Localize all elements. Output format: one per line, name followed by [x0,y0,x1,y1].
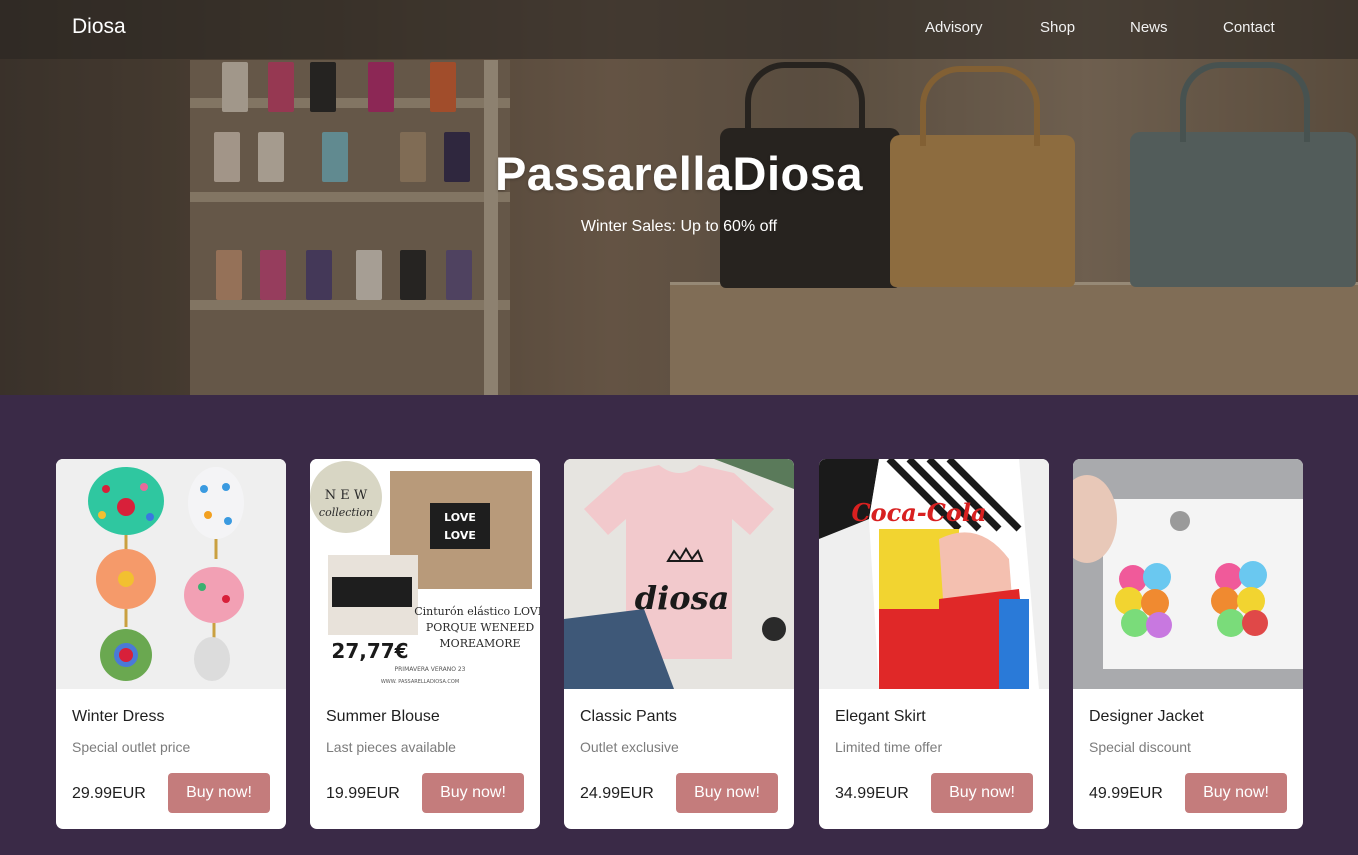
product-description: Outlet exclusive [580,739,679,755]
promo-price: 27,77€ [331,639,408,663]
product-title: Elegant Skirt [835,708,926,725]
product-price: 49.99EUR [1089,785,1163,802]
product-description: Last pieces available [326,739,456,755]
promo-caption: Cinturón elástico LOVE [414,605,540,618]
promo-season: PRIMAVERA VERANO 23 [395,666,466,673]
buy-now-button[interactable]: Buy now! [676,773,778,813]
nav-link-news[interactable]: News [1130,19,1168,36]
buy-now-button[interactable]: Buy now! [168,773,270,813]
buy-now-button[interactable]: Buy now! [1185,773,1287,813]
promo-site: WWW. PASSARELLADIOSA.COM [381,679,459,685]
skirt-print: Coca-Cola [851,498,986,527]
product-image-belt-promo[interactable]: LOVE LOVE N E W collection 27,77€ Cintur… [310,459,540,689]
buy-now-button[interactable]: Buy now! [422,773,524,813]
product-card: Coca-Cola Elegant Skirt Limited time off… [819,459,1049,829]
product-description: Limited time offer [835,739,943,755]
product-card: diosa Classic Pants Outlet exclusive 24.… [564,459,794,829]
product-card: Winter Dress Special outlet price 29.99E… [56,459,286,829]
promo-caption: MOREAMORE [439,637,520,650]
tshirt-print: diosa [635,579,730,617]
promo-caption: PORQUE WENEED [426,621,535,634]
new-badge-text: N E W [325,488,368,503]
nav-link-contact[interactable]: Contact [1223,19,1275,36]
belt-text: LOVE [444,511,476,524]
product-image-tshirt[interactable]: diosa [564,459,794,689]
nav-link-advisory[interactable]: Advisory [925,19,983,36]
product-title: Summer Blouse [326,708,440,725]
brand-logo[interactable]: Diosa [72,15,126,39]
product-image-earrings[interactable] [56,459,286,689]
new-badge-subtext: collection [319,506,373,519]
navbar: Diosa Advisory Shop News Contact [0,0,1358,59]
product-title: Designer Jacket [1089,708,1204,725]
hero-title: PassarellaDiosa [494,147,864,200]
hero-subtitle: Winter Sales: Up to 60% off [580,218,778,235]
belt-text: LOVE [444,529,476,542]
product-price: 34.99EUR [835,785,909,802]
product-price: 29.99EUR [72,785,146,802]
product-title: Classic Pants [580,708,677,725]
buy-now-button[interactable]: Buy now! [931,773,1033,813]
product-image-skirt[interactable]: Coca-Cola [819,459,1049,689]
product-price: 24.99EUR [580,785,654,802]
hero-banner: PassarellaDiosa Winter Sales: Up to 60% … [0,0,1358,395]
product-image-bead-earrings[interactable] [1073,459,1303,689]
product-description: Special discount [1089,739,1191,755]
product-title: Winter Dress [72,708,165,725]
product-price: 19.99EUR [326,785,400,802]
product-card: Designer Jacket Special discount 49.99EU… [1073,459,1303,829]
product-card: LOVE LOVE N E W collection 27,77€ Cintur… [310,459,540,829]
product-description: Special outlet price [72,739,191,755]
nav-link-shop[interactable]: Shop [1040,19,1075,36]
